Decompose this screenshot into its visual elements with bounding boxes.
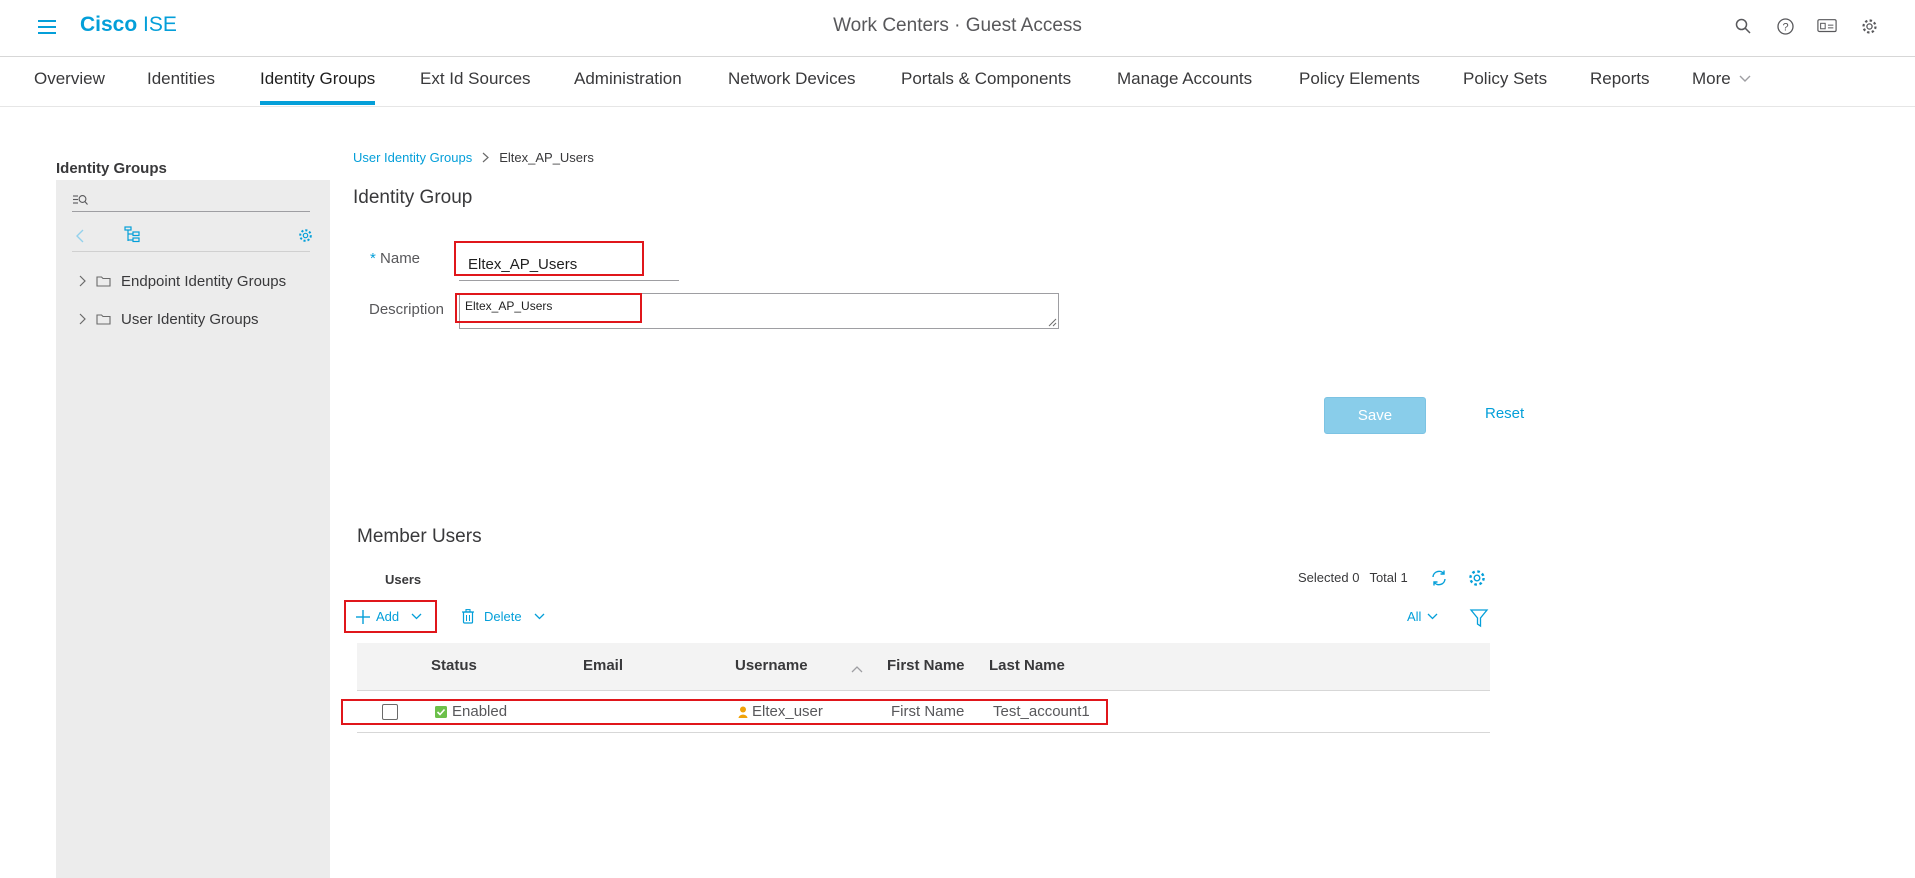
- plus-icon: [356, 609, 370, 624]
- tab-portals-components[interactable]: Portals & Components: [901, 69, 1071, 89]
- username-cell: Eltex_user: [738, 703, 823, 720]
- folder-icon: [96, 276, 111, 287]
- name-field[interactable]: [459, 243, 679, 281]
- name-label: * Name: [370, 250, 421, 267]
- search-list-icon: [73, 195, 88, 205]
- status-cell: Enabled: [435, 703, 507, 720]
- gear-icon[interactable]: [1859, 16, 1879, 36]
- user-icon: [738, 706, 748, 718]
- sidebar-title: Identity Groups: [56, 160, 167, 177]
- description-field[interactable]: Eltex_AP_Users: [459, 293, 1059, 329]
- tab-ext-id-sources[interactable]: Ext Id Sources: [420, 69, 531, 89]
- gear-icon[interactable]: [298, 228, 313, 243]
- breadcrumb-parent-link[interactable]: User Identity Groups: [353, 150, 472, 165]
- chevron-down-icon: [1739, 75, 1751, 82]
- tab-manage-accounts[interactable]: Manage Accounts: [1117, 69, 1252, 89]
- chevron-right-icon: [482, 152, 490, 163]
- row-checkbox[interactable]: [382, 704, 398, 720]
- tab-overview[interactable]: Overview: [34, 69, 105, 89]
- sidebar-item-endpoint-identity-groups[interactable]: Endpoint Identity Groups: [78, 270, 286, 292]
- trash-icon: [462, 609, 474, 624]
- chevron-down-icon: [1427, 613, 1438, 620]
- show-all-dropdown[interactable]: All: [1407, 609, 1438, 624]
- add-button[interactable]: Add: [356, 609, 422, 624]
- tab-policy-elements[interactable]: Policy Elements: [1299, 69, 1420, 89]
- users-table-label: Users: [385, 572, 422, 587]
- resize-handle-icon[interactable]: [1047, 317, 1057, 327]
- tab-more[interactable]: More: [1692, 69, 1751, 89]
- table-header: Status Email Username First Name Last Na…: [357, 643, 1490, 691]
- tab-identities[interactable]: Identities: [147, 69, 215, 89]
- sidebar-item-user-identity-groups[interactable]: User Identity Groups: [78, 308, 259, 330]
- svg-text:?: ?: [1782, 21, 1788, 33]
- chevron-left-icon[interactable]: [75, 229, 84, 243]
- tab-network-devices[interactable]: Network Devices: [728, 69, 856, 89]
- chevron-down-icon: [411, 613, 422, 620]
- identity-group-title: Identity Group: [353, 187, 473, 208]
- table-row: Enabled Eltex_user First Name Test_accou…: [357, 691, 1490, 733]
- tab-policy-sets[interactable]: Policy Sets: [1463, 69, 1547, 89]
- tree-view-icon[interactable]: [124, 226, 140, 243]
- column-status[interactable]: Status: [431, 657, 477, 674]
- sidebar-toolbar: [72, 220, 313, 252]
- chevron-right-icon[interactable]: [78, 313, 86, 325]
- enabled-check-icon: [435, 705, 447, 718]
- top-header: Cisco ISE Work Centers · Guest Access ?: [0, 0, 1915, 57]
- sidebar-item-label: Endpoint Identity Groups: [121, 272, 287, 290]
- delete-button[interactable]: Delete: [462, 609, 545, 624]
- selection-summary: Selected 0 Total 1: [1298, 570, 1408, 585]
- tab-administration[interactable]: Administration: [574, 69, 682, 89]
- help-icon[interactable]: ?: [1775, 16, 1795, 36]
- breadcrumb-current: Eltex_AP_Users: [499, 150, 594, 165]
- member-users-title: Member Users: [357, 526, 482, 547]
- tab-identity-groups[interactable]: Identity Groups: [260, 69, 376, 105]
- tab-reports[interactable]: Reports: [1590, 69, 1650, 89]
- filter-icon[interactable]: [1469, 608, 1489, 628]
- first-name-cell: First Name: [891, 703, 965, 720]
- total-count: Total 1: [1369, 570, 1408, 585]
- sidebar: Endpoint Identity Groups User Identity G…: [56, 180, 330, 878]
- page-title: Work Centers · Guest Access: [833, 15, 1082, 36]
- last-name-cell: Test_account1: [993, 703, 1090, 720]
- sort-ascending-icon[interactable]: [851, 665, 863, 673]
- table-settings-gear-icon[interactable]: [1467, 568, 1487, 588]
- tab-bar: Overview Identities Identity Groups Ext …: [0, 58, 1915, 107]
- breadcrumb: User Identity Groups Eltex_AP_Users: [353, 150, 594, 165]
- column-username[interactable]: Username: [735, 657, 808, 674]
- dashboard-icon[interactable]: [1817, 16, 1837, 36]
- reset-button[interactable]: Reset: [1485, 405, 1524, 422]
- sidebar-search-input[interactable]: [72, 186, 310, 212]
- sidebar-item-label: User Identity Groups: [121, 310, 259, 328]
- column-first-name[interactable]: First Name: [887, 657, 965, 674]
- search-icon[interactable]: [1733, 16, 1753, 36]
- chevron-down-icon: [534, 613, 545, 620]
- refresh-icon[interactable]: [1429, 568, 1449, 588]
- save-button[interactable]: Save: [1324, 397, 1426, 434]
- column-email[interactable]: Email: [583, 657, 623, 674]
- folder-icon: [96, 314, 111, 325]
- column-last-name[interactable]: Last Name: [989, 657, 1065, 674]
- chevron-right-icon[interactable]: [78, 275, 86, 287]
- selected-count: Selected 0: [1298, 570, 1360, 585]
- description-label: Description: [369, 301, 445, 318]
